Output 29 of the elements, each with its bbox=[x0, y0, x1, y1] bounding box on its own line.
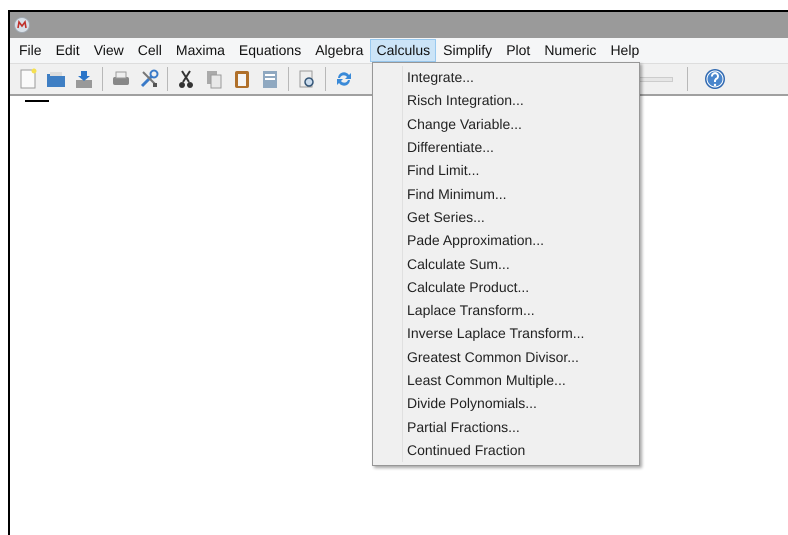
menu-item[interactable]: Plot bbox=[499, 39, 538, 62]
menu-option[interactable]: Continued Fraction bbox=[407, 438, 584, 462]
menu-option[interactable]: Laplace Transform... bbox=[407, 298, 584, 322]
menu-option[interactable]: Inverse Laplace Transform... bbox=[407, 322, 584, 346]
menu-option[interactable]: Differentiate... bbox=[407, 136, 584, 160]
menu-option[interactable]: Get Series... bbox=[407, 206, 584, 230]
menu-option[interactable]: Calculate Product... bbox=[407, 276, 584, 299]
menu-option[interactable]: Greatest Common Divisor... bbox=[407, 346, 584, 369]
menu-option[interactable]: Find Limit... bbox=[407, 159, 584, 182]
menu-item[interactable]: Simplify bbox=[436, 39, 500, 62]
menu-item[interactable]: File bbox=[12, 39, 49, 62]
menu-option[interactable]: Change Variable... bbox=[407, 112, 584, 136]
menu-option[interactable]: Risch Integration... bbox=[407, 89, 584, 113]
menu-item[interactable]: Equations bbox=[232, 39, 308, 62]
menu-item[interactable]: Edit bbox=[48, 39, 87, 62]
menu-option[interactable]: Calculate Sum... bbox=[407, 252, 584, 276]
menu-item[interactable]: Help bbox=[603, 39, 646, 62]
menu-option[interactable]: Partial Fractions... bbox=[407, 415, 584, 439]
menu-option[interactable]: Divide Polynomials... bbox=[407, 392, 584, 416]
menu-item[interactable]: Maxima bbox=[168, 39, 232, 62]
menu-item[interactable]: Cell bbox=[130, 39, 169, 62]
menu-option[interactable]: Pade Approximation... bbox=[407, 229, 584, 252]
menu-option[interactable]: Find Minimum... bbox=[407, 182, 584, 206]
menu-option[interactable]: Integrate... bbox=[407, 66, 584, 90]
menu-item[interactable]: Calculus bbox=[370, 39, 436, 62]
menu-item[interactable]: Algebra bbox=[308, 39, 370, 62]
menu-item[interactable]: View bbox=[86, 39, 131, 62]
menu-option[interactable]: Least Common Multiple... bbox=[407, 368, 584, 392]
menu-item[interactable]: Numeric bbox=[537, 39, 604, 62]
